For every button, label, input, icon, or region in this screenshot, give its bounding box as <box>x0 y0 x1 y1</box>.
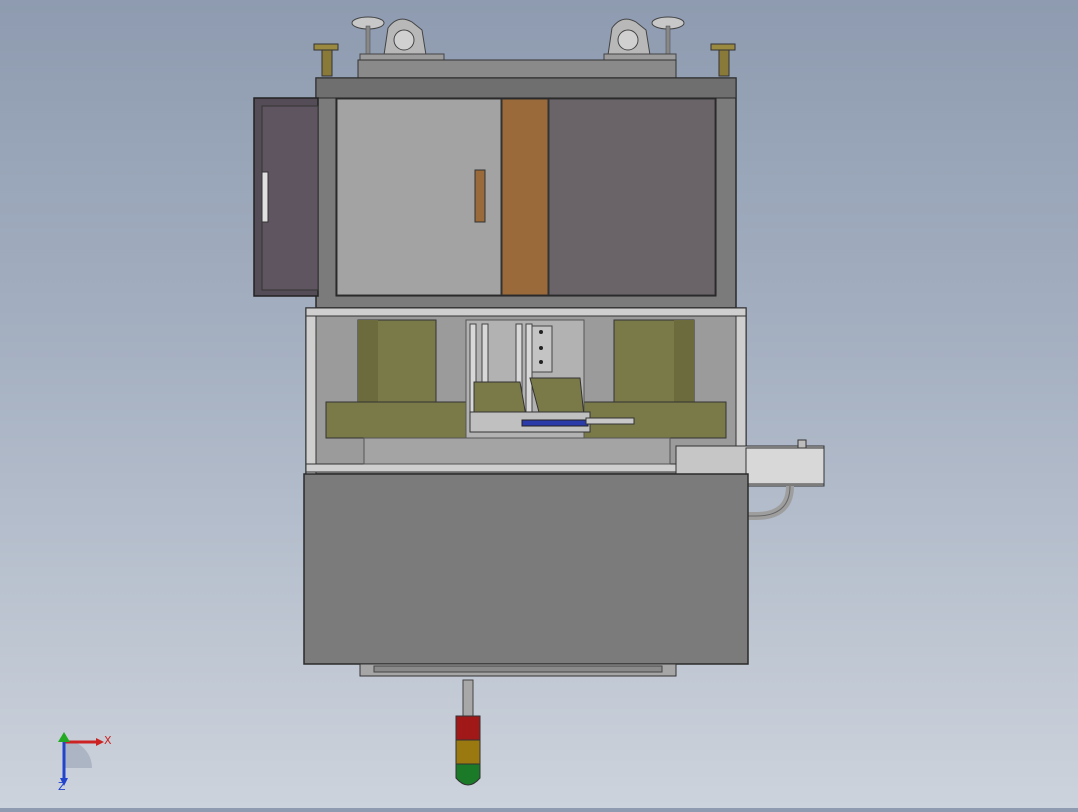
orientation-triad-icon: X Z <box>58 732 112 793</box>
upper-cabinet[interactable] <box>253 77 737 309</box>
side-drawer[interactable] <box>253 97 319 297</box>
center-panel <box>501 98 549 296</box>
z-axis-label: Z <box>58 780 66 793</box>
door-handle[interactable] <box>474 169 486 223</box>
cad-viewport[interactable]: X Z <box>0 0 1078 808</box>
machine-model[interactable] <box>0 0 1078 808</box>
y-axis-arrow <box>58 732 70 742</box>
signal-beacon <box>455 679 481 786</box>
lower-cabinet[interactable] <box>303 473 749 677</box>
drawer-handle[interactable] <box>261 171 269 223</box>
x-axis-label: X <box>104 734 112 747</box>
top-casters <box>313 16 736 79</box>
front-door-right[interactable] <box>548 98 716 296</box>
